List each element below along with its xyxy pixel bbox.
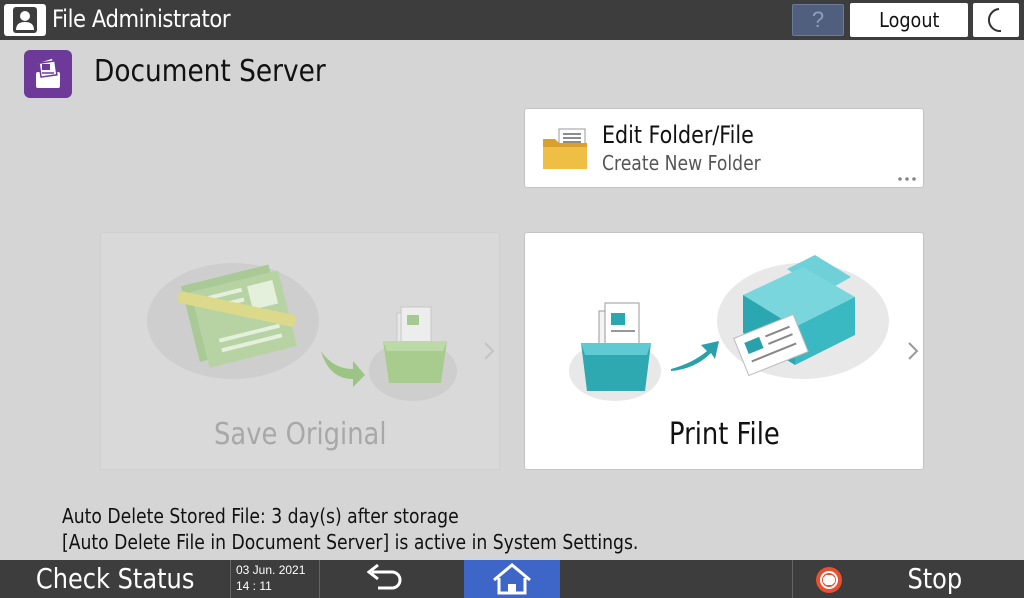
home-icon <box>493 563 531 595</box>
user-button[interactable] <box>4 4 46 36</box>
top-bar: File Administrator ? Logout <box>0 0 1024 40</box>
stop-icon[interactable] <box>815 566 843 594</box>
date-time-display: 03 Jun. 2021 14 : 11 <box>230 560 320 598</box>
divider <box>792 560 793 598</box>
save-original-button[interactable]: Save Original <box>100 232 500 470</box>
user-icon <box>13 7 37 33</box>
check-status-label: Check Status <box>35 562 195 595</box>
more-dots-icon <box>898 177 916 181</box>
stop-label: Stop <box>907 562 963 595</box>
logout-button[interactable]: Logout <box>850 3 968 37</box>
save-original-text: Save Original <box>213 417 387 452</box>
date-text: 03 Jun. 2021 <box>236 563 306 577</box>
user-title: File Administrator <box>52 5 231 33</box>
print-file-button[interactable]: Print File <box>524 232 924 470</box>
home-button[interactable] <box>464 560 560 598</box>
back-button[interactable] <box>350 560 420 598</box>
check-status-button[interactable]: Check Status <box>0 560 230 598</box>
back-arrow-icon <box>366 563 402 590</box>
stop-button[interactable]: Stop <box>880 560 990 598</box>
chevron-right-icon <box>908 342 919 360</box>
edit-folder-file-subtitle: Create New Folder <box>602 151 761 175</box>
logout-label: Logout <box>878 8 940 32</box>
chevron-right-icon <box>484 342 495 360</box>
print-file-text: Print File <box>668 417 780 452</box>
dark-mode-button[interactable] <box>973 3 1019 37</box>
bottom-bar: Check Status 03 Jun. 2021 14 : 11 Stop <box>0 560 1024 598</box>
save-original-label: Save Original <box>101 417 499 452</box>
folder-icon <box>543 128 587 169</box>
edit-folder-file-button[interactable]: Edit Folder/File Create New Folder <box>524 108 924 188</box>
page-title: Document Server <box>94 54 326 89</box>
print-file-label: Print File <box>525 417 923 452</box>
auto-delete-notice: Auto Delete Stored File: 3 day(s) after … <box>62 503 638 555</box>
box-to-printer-illustration <box>569 255 889 401</box>
time-text: 14 : 11 <box>236 579 272 593</box>
document-server-icon <box>24 50 72 98</box>
edit-folder-file-title: Edit Folder/File <box>602 121 754 149</box>
notice-line-1: Auto Delete Stored File: 3 day(s) after … <box>62 504 459 528</box>
help-button[interactable]: ? <box>792 4 844 36</box>
moon-icon <box>987 8 1002 33</box>
notice-line-2: [Auto Delete File in Document Server] is… <box>62 530 639 554</box>
scan-to-box-illustration <box>147 263 457 401</box>
